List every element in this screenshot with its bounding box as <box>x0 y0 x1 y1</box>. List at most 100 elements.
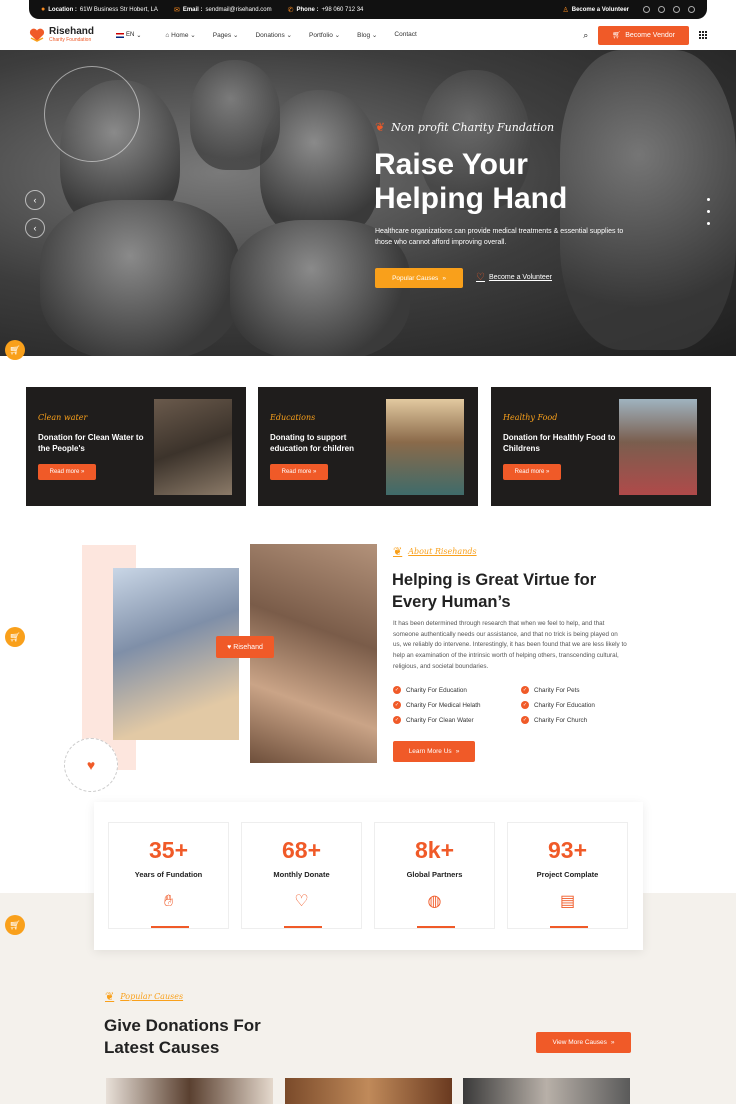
email-label: Email : <box>182 6 203 13</box>
globe-icon: ◍ <box>427 893 442 910</box>
volunteer-label: Become a Volunteer <box>571 6 629 13</box>
menu-item-blog[interactable]: Blog ⌄ <box>357 31 377 39</box>
user-icon: ♙ <box>562 6 569 14</box>
check-icon: ✓ <box>521 701 529 709</box>
read-more-button[interactable]: Read more » <box>270 464 328 480</box>
become-volunteer-hero-link[interactable]: ♡ Become a Volunteer <box>476 272 552 283</box>
language-selector[interactable]: EN ⌄ <box>116 32 141 39</box>
menu-item-donations[interactable]: Donations ⌄ <box>255 31 292 39</box>
stat-number: 35+ <box>148 837 188 863</box>
menu-label: Blog <box>357 32 371 39</box>
about-tag: ❦ About Risehands <box>393 545 477 558</box>
stat-partners: 8k+ Global Partners ◍ <box>374 822 495 929</box>
slide-dot[interactable] <box>707 198 710 201</box>
stat-label: Project Complate <box>536 870 599 879</box>
phone-info[interactable]: ✆ Phone : +98 060 712 34 <box>288 6 364 14</box>
card-photo <box>619 399 697 495</box>
logo-name: Risehand <box>49 26 95 37</box>
button-label: Popular Causes <box>392 274 439 282</box>
grid-menu-icon[interactable] <box>699 31 707 39</box>
instagram-icon[interactable] <box>673 6 680 13</box>
stat-underline <box>550 926 588 928</box>
menu-label: Home <box>171 32 189 39</box>
button-label: Read more <box>514 469 545 475</box>
menu-item-home[interactable]: ⌂ Home ⌄ <box>165 31 195 39</box>
view-more-causes-button[interactable]: View More Causes» <box>536 1032 631 1053</box>
prev-slide-arrow-icon[interactable]: ‹ <box>25 218 45 238</box>
menu: ⌂ Home ⌄ Pages ⌄ Donations ⌄ Portfolio ⌄… <box>165 31 416 39</box>
feature-item: ✓ Charity For Medical Helath <box>393 701 481 709</box>
button-label: View More Causes <box>552 1039 607 1046</box>
feature-label: Charity For Church <box>534 716 588 724</box>
cart-icon: 🛒︎ <box>612 32 622 39</box>
logo[interactable]: Risehand Charity Foundation <box>29 27 94 43</box>
become-volunteer-link[interactable]: ♙ Become a Volunteer <box>562 6 629 14</box>
badge-label: Risehand <box>233 643 263 651</box>
charity-seal-icon: ♥ <box>64 738 118 792</box>
slide-dot[interactable] <box>707 222 710 225</box>
x-twitter-icon[interactable] <box>658 6 665 13</box>
phone-icon: ✆ <box>287 6 294 14</box>
menu-item-pages[interactable]: Pages ⌄ <box>213 31 239 39</box>
floating-cart-icon[interactable]: 🛒︎ <box>5 627 25 647</box>
stat-underline <box>284 926 322 928</box>
read-more-button[interactable]: Read more » <box>38 464 96 480</box>
stat-underline <box>417 926 455 928</box>
menu-item-portfolio[interactable]: Portfolio ⌄ <box>309 31 340 39</box>
menu-item-contact[interactable]: Contact <box>394 31 416 39</box>
check-icon: ✓ <box>521 686 529 694</box>
chevron-down-icon: ⌄ <box>136 32 142 39</box>
learn-more-button[interactable]: Learn More Us» <box>393 741 475 762</box>
hero-description: Healthcare organizations can provide med… <box>375 228 624 246</box>
email-info[interactable]: ✉ Email : sendmail@risehand.com <box>174 6 272 14</box>
heart-icon: ♡ <box>476 272 485 283</box>
facebook-icon[interactable] <box>643 6 650 13</box>
double-chevron-right-icon: » <box>610 1039 615 1046</box>
heart-icon: ♥ <box>227 643 232 651</box>
feature-label: Charity For Clean Water <box>406 716 474 724</box>
floating-cart-icon[interactable]: 🛒︎ <box>5 340 25 360</box>
card-photo <box>154 399 232 495</box>
hero-photo-child <box>190 60 280 170</box>
menu-label: Donations <box>255 32 285 39</box>
email-value[interactable]: sendmail@risehand.com <box>206 7 272 13</box>
pinterest-icon[interactable] <box>688 6 695 13</box>
hero-title: Raise Your Helping Hand <box>374 148 568 215</box>
search-icon[interactable]: ⌕ <box>583 30 588 41</box>
phone-value[interactable]: +98 060 712 34 <box>322 7 364 13</box>
donation-box-icon: ♡ <box>294 893 309 910</box>
become-vendor-button[interactable]: 🛒︎ Become Vendor <box>598 25 689 45</box>
about-title: Helping is Great Virtue for Every Human’… <box>392 571 597 611</box>
stat-years: 35+ Years of Fundation ✋︎ <box>108 822 229 929</box>
hero-photo-child <box>40 200 240 356</box>
hand-heart-icon: ❦ <box>375 120 386 134</box>
popular-causes-button[interactable]: Popular Causes» <box>375 268 463 288</box>
logo-subtitle: Charity Foundation <box>49 37 92 43</box>
prev-slide-arrow-icon[interactable]: ‹ <box>25 190 45 210</box>
slide-dot[interactable] <box>707 210 710 213</box>
card-title: Donation for Clean Water to the People's <box>38 433 144 453</box>
button-label: Read more <box>281 469 312 475</box>
stat-monthly: 68+ Monthly Donate ♡ <box>241 822 362 929</box>
feature-label: Charity For Pets <box>534 686 580 694</box>
read-more-button[interactable]: Read more » <box>503 464 561 480</box>
double-chevron-right-icon: » <box>455 748 460 755</box>
link-label: Become a Volunteer <box>488 274 553 281</box>
cause-card-education: Educations Donating to support education… <box>258 387 478 506</box>
stat-label: Years of Fundation <box>134 870 203 879</box>
stat-underline <box>151 926 189 928</box>
location-pin-icon: ● <box>41 6 46 13</box>
cause-card-healthy-food: Healthy Food Donation for Healthly Food … <box>491 387 711 506</box>
mail-icon: ✉ <box>173 6 180 14</box>
cause-photo <box>285 1078 452 1104</box>
hero-tag: ❦ Non profit Charity Fundation <box>375 120 554 134</box>
menu-label: Contact <box>394 31 417 38</box>
cause-photo <box>106 1078 273 1104</box>
check-icon: ✓ <box>393 716 401 724</box>
document-icon: ▤ <box>559 893 576 910</box>
floating-cart-icon[interactable]: 🛒︎ <box>5 915 25 935</box>
menu-label: Pages <box>212 32 232 39</box>
uk-flag-icon <box>116 32 125 38</box>
cause-card-clean-water: Clean water Donation for Clean Water to … <box>26 387 246 506</box>
stat-number: 93+ <box>547 837 587 863</box>
